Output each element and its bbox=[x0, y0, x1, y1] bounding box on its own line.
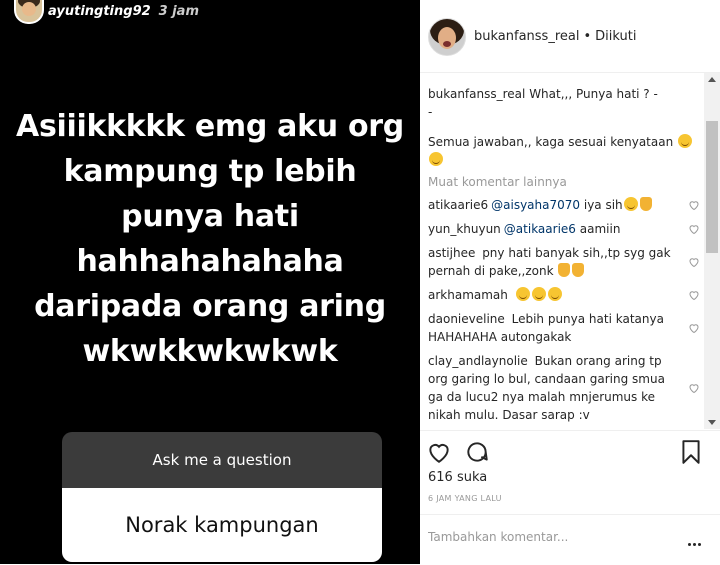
comment-item: arkhamamah bbox=[420, 283, 704, 307]
scrollbar-thumb[interactable] bbox=[706, 121, 718, 253]
comment-text: aamiin bbox=[579, 222, 621, 236]
post-caption: bukanfanss_real What,,, Punya hati ? - -… bbox=[420, 73, 704, 169]
follow-status-button[interactable]: Diikuti bbox=[595, 29, 636, 44]
comment-mention[interactable]: @aisyaha7070 bbox=[491, 198, 580, 212]
load-more-comments[interactable]: Muat komentar lainnya bbox=[420, 169, 704, 193]
thumbs-down-emoji-icon bbox=[572, 263, 585, 277]
caption-username[interactable]: bukanfanss_real bbox=[428, 87, 525, 101]
bookmark-icon[interactable] bbox=[678, 439, 704, 465]
story-text-line: hahhahahahaha bbox=[76, 244, 344, 279]
post-username[interactable]: bukanfanss_real bbox=[474, 29, 579, 44]
smile-emoji-icon bbox=[547, 287, 562, 301]
question-sticker: Ask me a question Norak kampungan bbox=[62, 432, 382, 562]
story-panel: ayutingting92 3 jam Asiiikkkkk emg aku or… bbox=[0, 0, 420, 564]
question-answer: Norak kampungan bbox=[62, 488, 382, 562]
comment-mention[interactable]: @atikaarie6 bbox=[504, 222, 576, 236]
ok-hand-emoji-icon bbox=[639, 197, 652, 211]
post-actions bbox=[420, 430, 720, 471]
comment-username[interactable]: arkhamamah bbox=[428, 288, 508, 302]
comments-scrollbar[interactable] bbox=[704, 73, 720, 429]
caption-text: Semua jawaban,, kaga sesuai kenyataan bbox=[428, 135, 674, 149]
caption-text: What,,, Punya hati ? - bbox=[529, 87, 658, 101]
smile-emoji-icon bbox=[531, 287, 546, 301]
heart-icon[interactable] bbox=[688, 223, 700, 235]
comment-username[interactable]: astijhee bbox=[428, 246, 475, 260]
heart-icon[interactable] bbox=[426, 439, 452, 465]
comment-item: daonieveline Lebih punya hati katanya HA… bbox=[420, 307, 704, 349]
story-avatar[interactable] bbox=[14, 0, 44, 24]
add-comment-bar bbox=[420, 514, 720, 565]
story-text-line: Asiiikkkkk emg aku org bbox=[16, 109, 404, 144]
story-username[interactable]: ayutingting92 3 jam bbox=[48, 4, 199, 19]
separator: • bbox=[583, 29, 592, 44]
comment-item: astijhee pny hati banyak sih,,tp syg gak… bbox=[420, 241, 704, 283]
post-avatar[interactable] bbox=[428, 18, 466, 56]
story-time: 3 jam bbox=[158, 4, 200, 19]
scroll-up-icon[interactable] bbox=[708, 77, 716, 82]
scroll-down-icon[interactable] bbox=[708, 420, 716, 425]
heart-icon[interactable] bbox=[688, 199, 700, 211]
rofl-emoji-icon bbox=[678, 134, 693, 148]
story-text: Asiiikkkkk emg aku org kampung tp lebih … bbox=[0, 104, 420, 374]
rofl-emoji-icon bbox=[429, 152, 443, 166]
heart-icon[interactable] bbox=[688, 382, 700, 394]
comment-username[interactable]: yun_khuyun bbox=[428, 222, 501, 236]
comment-icon[interactable] bbox=[464, 439, 490, 465]
comment-item: clay_andlaynolie Bukan orang aring tp or… bbox=[420, 349, 704, 427]
heart-icon[interactable] bbox=[688, 322, 700, 334]
more-icon[interactable] bbox=[687, 533, 702, 551]
comment-username[interactable]: atikaarie6 bbox=[428, 198, 488, 212]
thumbs-down-emoji-icon bbox=[558, 263, 571, 277]
story-text-line: daripada orang aring bbox=[34, 289, 386, 324]
question-prompt: Ask me a question bbox=[62, 432, 382, 488]
comment-username[interactable]: clay_andlaynolie bbox=[428, 354, 528, 368]
comment-item: atikaarie6 @aisyaha7070 iya sih bbox=[420, 193, 704, 217]
add-comment-input[interactable] bbox=[428, 530, 678, 544]
smile-emoji-icon bbox=[515, 287, 530, 301]
story-text-line: kampung tp lebih bbox=[63, 154, 357, 189]
comment-item: yun_khuyun @atikaarie6 aamiin bbox=[420, 217, 704, 241]
likes-count[interactable]: 616 suka bbox=[428, 470, 487, 485]
story-text-line: punya hati bbox=[121, 199, 299, 234]
story-text-line: wkwkkwkwkwk bbox=[82, 334, 338, 369]
comment-username[interactable]: daonieveline bbox=[428, 312, 505, 326]
story-username-text[interactable]: ayutingting92 bbox=[48, 4, 151, 19]
post-header: bukanfanss_real • Diikuti bbox=[420, 0, 720, 73]
post-panel: bukanfanss_real • Diikuti bukanfanss_real … bbox=[420, 0, 720, 564]
laugh-emoji-icon bbox=[623, 197, 638, 211]
comment-text: iya sih bbox=[583, 198, 623, 212]
heart-icon[interactable] bbox=[688, 256, 700, 268]
post-time: 6 JAM YANG LALU bbox=[428, 494, 502, 503]
comments-list[interactable]: bukanfanss_real What,,, Punya hati ? - -… bbox=[420, 73, 704, 429]
heart-icon[interactable] bbox=[688, 289, 700, 301]
post-user-line: bukanfanss_real • Diikuti bbox=[474, 29, 636, 44]
story-header: ayutingting92 3 jam bbox=[0, 0, 420, 36]
caption-text: - bbox=[428, 105, 433, 119]
